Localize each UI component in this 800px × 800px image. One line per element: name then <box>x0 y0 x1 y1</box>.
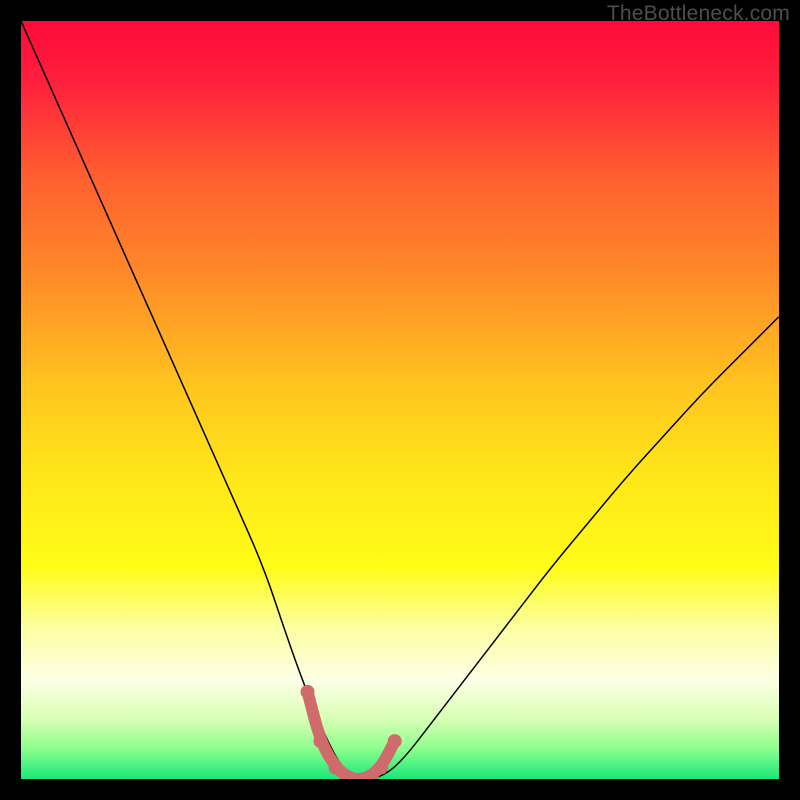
optimal-zone-dot <box>329 761 343 775</box>
optimal-zone-dot <box>388 734 402 748</box>
optimal-zone-dot <box>301 685 315 699</box>
chart-plot <box>21 21 779 779</box>
optimal-zone-dot <box>374 761 388 775</box>
chart-stage: TheBottleneck.com <box>0 0 800 800</box>
chart-background <box>21 21 779 779</box>
optimal-zone-dot <box>313 734 327 748</box>
watermark-text: TheBottleneck.com <box>607 2 790 26</box>
